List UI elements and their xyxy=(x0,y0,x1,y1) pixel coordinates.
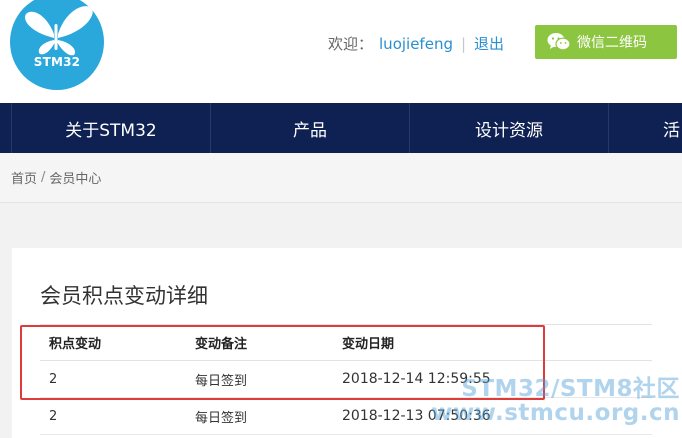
nav-item-activities[interactable]: 活 xyxy=(608,103,682,153)
cell-note: 每日签到 xyxy=(195,410,248,426)
username-link[interactable]: luojiefeng xyxy=(379,35,453,53)
breadcrumb-member-center-link[interactable]: 会员中心 xyxy=(49,168,101,187)
cell-points: 2 xyxy=(49,408,58,424)
breadcrumb-home-link[interactable]: 首页 xyxy=(11,168,37,187)
header-change-note: 变动备注 xyxy=(195,337,248,352)
breadcrumb-separator: / xyxy=(41,170,46,185)
butterfly-icon xyxy=(25,6,93,56)
page-title: 会员积点变动详细 xyxy=(40,284,208,308)
header-separator: | xyxy=(460,34,467,53)
wechat-icon xyxy=(547,33,571,51)
stm32-logo[interactable]: STM32 xyxy=(10,0,104,90)
wechat-qrcode-button[interactable]: 微信二维码 xyxy=(535,25,677,59)
cell-points: 2 xyxy=(49,371,58,387)
cell-date: 2018-12-13 07:50:36 xyxy=(342,408,491,424)
cell-note: 每日签到 xyxy=(195,373,248,389)
logout-link[interactable]: 退出 xyxy=(474,33,504,54)
header-points-change: 积点变动 xyxy=(49,337,102,352)
wechat-button-label: 微信二维码 xyxy=(577,35,647,51)
cell-date: 2018-12-14 12:59:55 xyxy=(342,371,491,387)
nav-item-design-resources[interactable]: 设计资源 xyxy=(409,103,608,153)
header-change-date: 变动日期 xyxy=(342,337,395,352)
main-nav: 关于STM32 产品 设计资源 活 xyxy=(0,103,682,153)
table-row: 2 每日签到 2018-12-13 07:50:36 xyxy=(40,398,652,435)
logo-text: STM32 xyxy=(33,55,81,69)
table-row: 2 每日签到 2018-12-14 12:59:55 xyxy=(40,361,652,398)
welcome-label: 欢迎： xyxy=(328,35,374,53)
points-table: 积点变动 变动备注 变动日期 2 每日签到 2018-12-14 12:59:5… xyxy=(40,324,652,435)
site-header: STM32 欢迎： luojiefeng | 退出 微信二维码 xyxy=(0,0,682,103)
breadcrumb: 首页 / 会员中心 xyxy=(0,153,682,203)
nav-item-about[interactable]: 关于STM32 xyxy=(11,103,210,153)
nav-item-products[interactable]: 产品 xyxy=(210,103,409,153)
welcome-area: 欢迎： luojiefeng | 退出 xyxy=(328,33,504,54)
table-header-row: 积点变动 变动备注 变动日期 xyxy=(40,324,652,361)
